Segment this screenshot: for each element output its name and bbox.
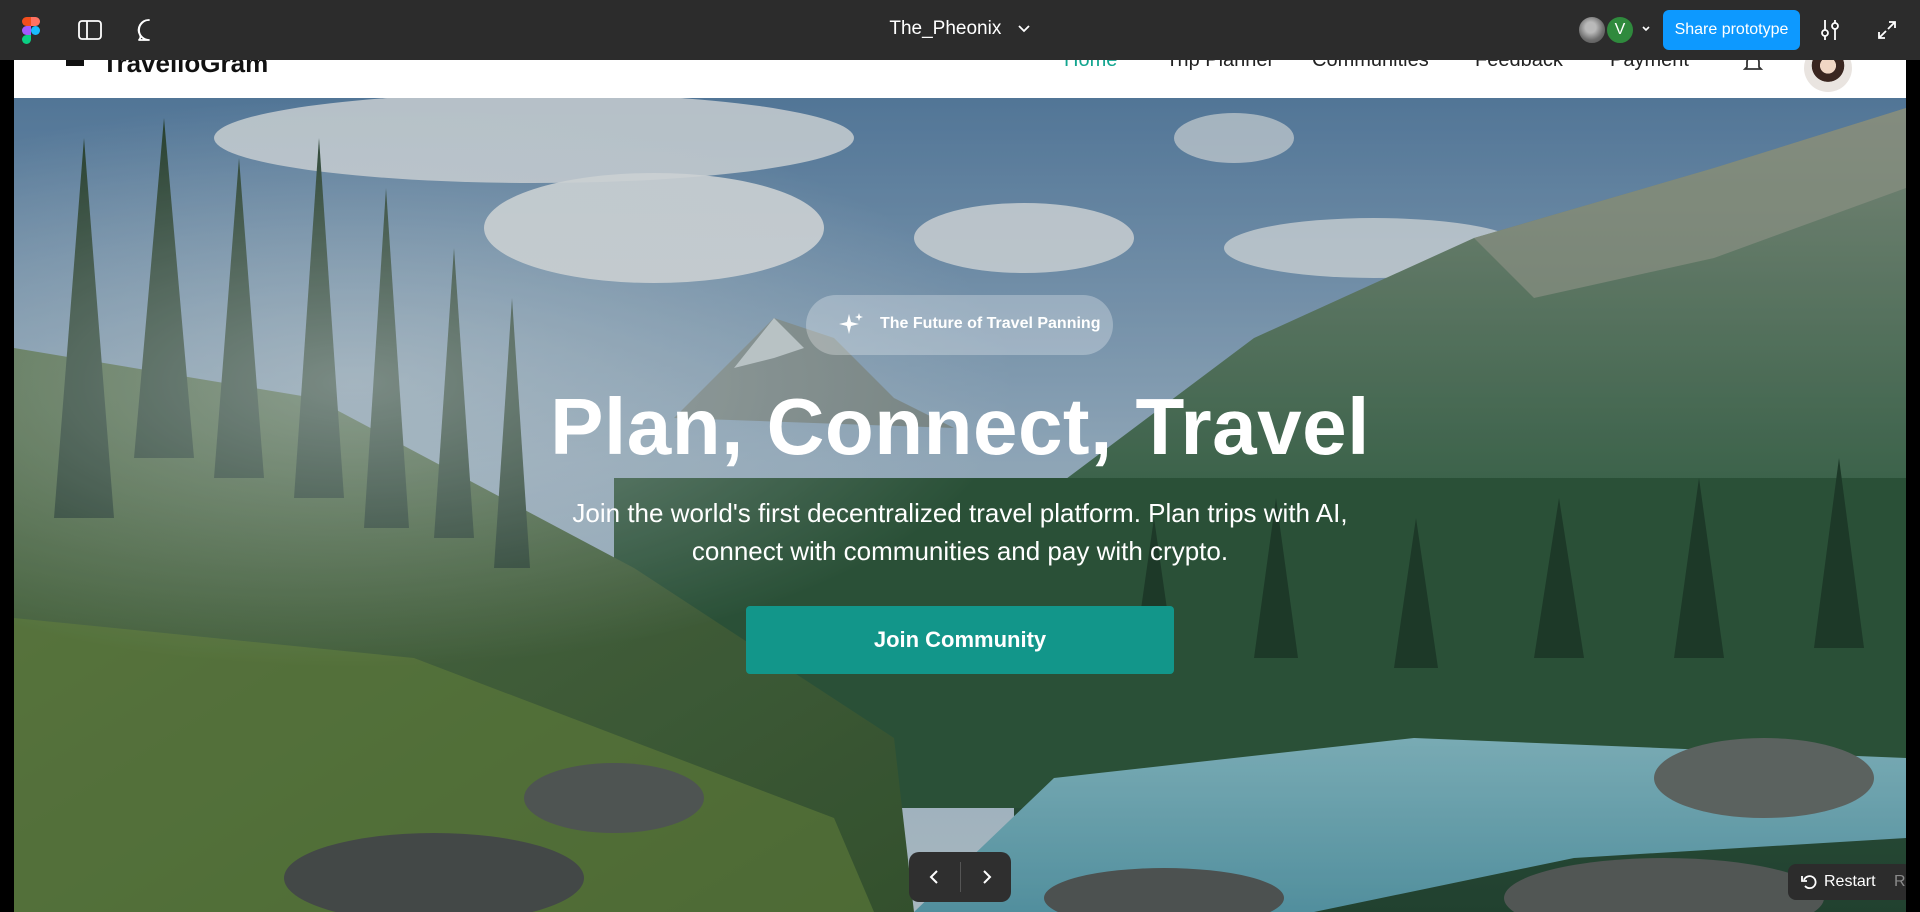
restart-shortcut: R (1894, 873, 1906, 890)
comment-icon[interactable] (137, 16, 161, 44)
nav-feedback[interactable]: Feedback (1475, 60, 1563, 72)
nav-home[interactable]: Home (1064, 60, 1117, 72)
hero-section: The Future of Travel Panning Plan, Conne… (14, 98, 1906, 912)
nav-communities[interactable]: Communities (1312, 60, 1429, 72)
file-title[interactable]: The_Pheonix (889, 18, 1001, 39)
nav-payment[interactable]: Payment (1610, 60, 1689, 72)
prototype-frame: TravelloGram Home Trip Planner Communiti… (14, 60, 1906, 912)
profile-avatar[interactable] (1804, 60, 1852, 92)
prototype-toolbar: The_Pheonix V Share prototype (0, 0, 1920, 60)
restart-button[interactable]: Restart R (1788, 864, 1906, 900)
settings-sliders-icon[interactable] (1817, 17, 1843, 43)
share-prototype-button[interactable]: Share prototype (1663, 10, 1800, 50)
brand-logo-icon[interactable] (66, 60, 84, 66)
avatar-chevron-down-icon[interactable] (1640, 22, 1652, 36)
figma-logo-icon[interactable] (22, 17, 40, 44)
hero-badge: The Future of Travel Panning (806, 295, 1113, 355)
restart-label: Restart (1824, 873, 1876, 890)
hero-subtitle-line-1: Join the world's first decentralized tra… (572, 498, 1348, 528)
hero-title: Plan, Connect, Travel (550, 382, 1370, 471)
bell-icon[interactable] (1742, 60, 1764, 74)
hero-subtitle-line-2: connect with communities and pay with cr… (691, 536, 1229, 566)
brand-name[interactable]: TravelloGram (102, 60, 268, 79)
expand-icon[interactable] (1876, 19, 1898, 41)
collaborator-avatar[interactable] (1577, 15, 1607, 45)
hero-subtitle: Join the world's first decentralized tra… (460, 494, 1460, 570)
next-arrow-icon[interactable] (960, 852, 1011, 902)
user-avatar[interactable]: V (1605, 15, 1635, 45)
site-navbar: TravelloGram Home Trip Planner Communiti… (14, 60, 1906, 98)
hero-badge-label: The Future of Travel Panning (880, 315, 1101, 332)
arrow-divider (960, 862, 961, 892)
nav-trip-planner[interactable]: Trip Planner (1166, 60, 1274, 72)
sparkle-icon (838, 312, 864, 338)
prototype-navigation (909, 852, 1011, 902)
restart-icon (1800, 873, 1818, 891)
previous-arrow-icon[interactable] (909, 852, 960, 902)
sidebar-toggle-icon[interactable] (78, 16, 102, 44)
join-community-button[interactable]: Join Community (746, 606, 1174, 674)
chevron-down-icon[interactable] (1017, 18, 1031, 40)
